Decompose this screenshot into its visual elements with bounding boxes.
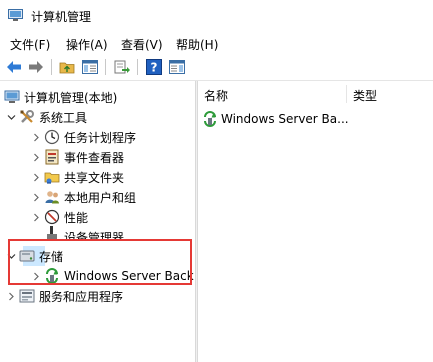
tree-item-device-manager[interactable]: 设备管理器 [31, 226, 124, 240]
menu-help[interactable]: 帮助(H) [176, 36, 218, 53]
toolbar-separator [137, 59, 138, 75]
chevron-down-icon[interactable] [6, 107, 16, 127]
tree-item-label: 系统工具 [39, 110, 88, 125]
tree-item-event-viewer[interactable]: 事件查看器 [31, 147, 124, 167]
show-hide-console-tree-icon[interactable] [81, 58, 99, 76]
tree-item-label: 任务计划程序 [64, 130, 137, 145]
toolbar-separator [51, 59, 52, 75]
computer-management-icon [4, 89, 20, 105]
tree-item-label: 事件查看器 [64, 150, 125, 165]
chevron-right-icon[interactable] [6, 286, 16, 306]
chevron-right-icon[interactable] [31, 147, 41, 167]
chevron-right-icon[interactable] [31, 167, 41, 187]
export-list-icon[interactable] [113, 58, 131, 76]
menu-bar: 文件(F) 操作(A) 查看(V) 帮助(H) [0, 32, 433, 54]
svg-text:?: ? [151, 61, 158, 75]
tools-icon [19, 109, 35, 125]
backup-icon [202, 111, 218, 127]
tree-item-local-users-groups[interactable]: 本地用户和组 [31, 187, 136, 207]
performance-icon [44, 209, 60, 225]
list-item-name: Windows Server Ba... [221, 112, 349, 126]
task-scheduler-icon [44, 129, 60, 145]
tree-item-services-applications[interactable]: 服务和应用程序 [6, 286, 123, 306]
chevron-right-icon[interactable] [31, 207, 41, 227]
menu-action[interactable]: 操作(A) [66, 36, 108, 53]
toolbar: ? [0, 54, 433, 81]
menu-view[interactable]: 查看(V) [121, 36, 163, 53]
tree-item-label: 计算机管理(本地) [24, 90, 118, 105]
menu-file[interactable]: 文件(F) [10, 36, 50, 53]
chevron-right-icon[interactable] [31, 127, 41, 147]
up-folder-icon[interactable] [58, 58, 76, 76]
tree-item-label: 性能 [64, 210, 89, 225]
tree-item-performance[interactable]: 性能 [31, 207, 88, 227]
tree-item-label: 服务和应用程序 [39, 289, 124, 304]
tree-item-task-scheduler[interactable]: 任务计划程序 [31, 127, 136, 147]
list-view: 名称 类型 Windows Server Ba... [198, 81, 433, 362]
title-bar: 计算机管理 [0, 0, 433, 32]
toolbar-separator [105, 59, 106, 75]
event-viewer-icon [44, 149, 60, 165]
column-header-type[interactable]: 类型 [353, 87, 377, 104]
back-arrow-icon[interactable] [5, 58, 23, 76]
column-header-name[interactable]: 名称 [204, 87, 228, 104]
console-tree: 计算机管理(本地) 系统工具 任务计划程序 事件查看器 共享文件夹 本地用户和组… [0, 81, 195, 362]
tree-item-label: 本地用户和组 [64, 190, 137, 205]
shared-folder-icon [44, 169, 60, 185]
chevron-right-icon[interactable] [31, 187, 41, 207]
services-icon [19, 288, 35, 304]
tree-item-computer-management[interactable]: 计算机管理(本地) [4, 87, 117, 107]
show-hide-action-pane-icon[interactable] [168, 58, 186, 76]
column-divider[interactable] [346, 85, 347, 103]
help-icon[interactable]: ? [145, 58, 163, 76]
list-item[interactable]: Windows Server Ba... [202, 111, 349, 127]
forward-arrow-icon[interactable] [27, 58, 45, 76]
window-title: 计算机管理 [31, 10, 92, 24]
tree-item-label: 共享文件夹 [64, 170, 125, 185]
device-manager-icon [44, 226, 60, 240]
computer-management-icon [8, 9, 23, 21]
tree-item-shared-folders[interactable]: 共享文件夹 [31, 167, 124, 187]
annotation-highlight-box [8, 239, 192, 285]
tree-item-system-tools[interactable]: 系统工具 [6, 107, 87, 127]
users-icon [44, 189, 60, 205]
